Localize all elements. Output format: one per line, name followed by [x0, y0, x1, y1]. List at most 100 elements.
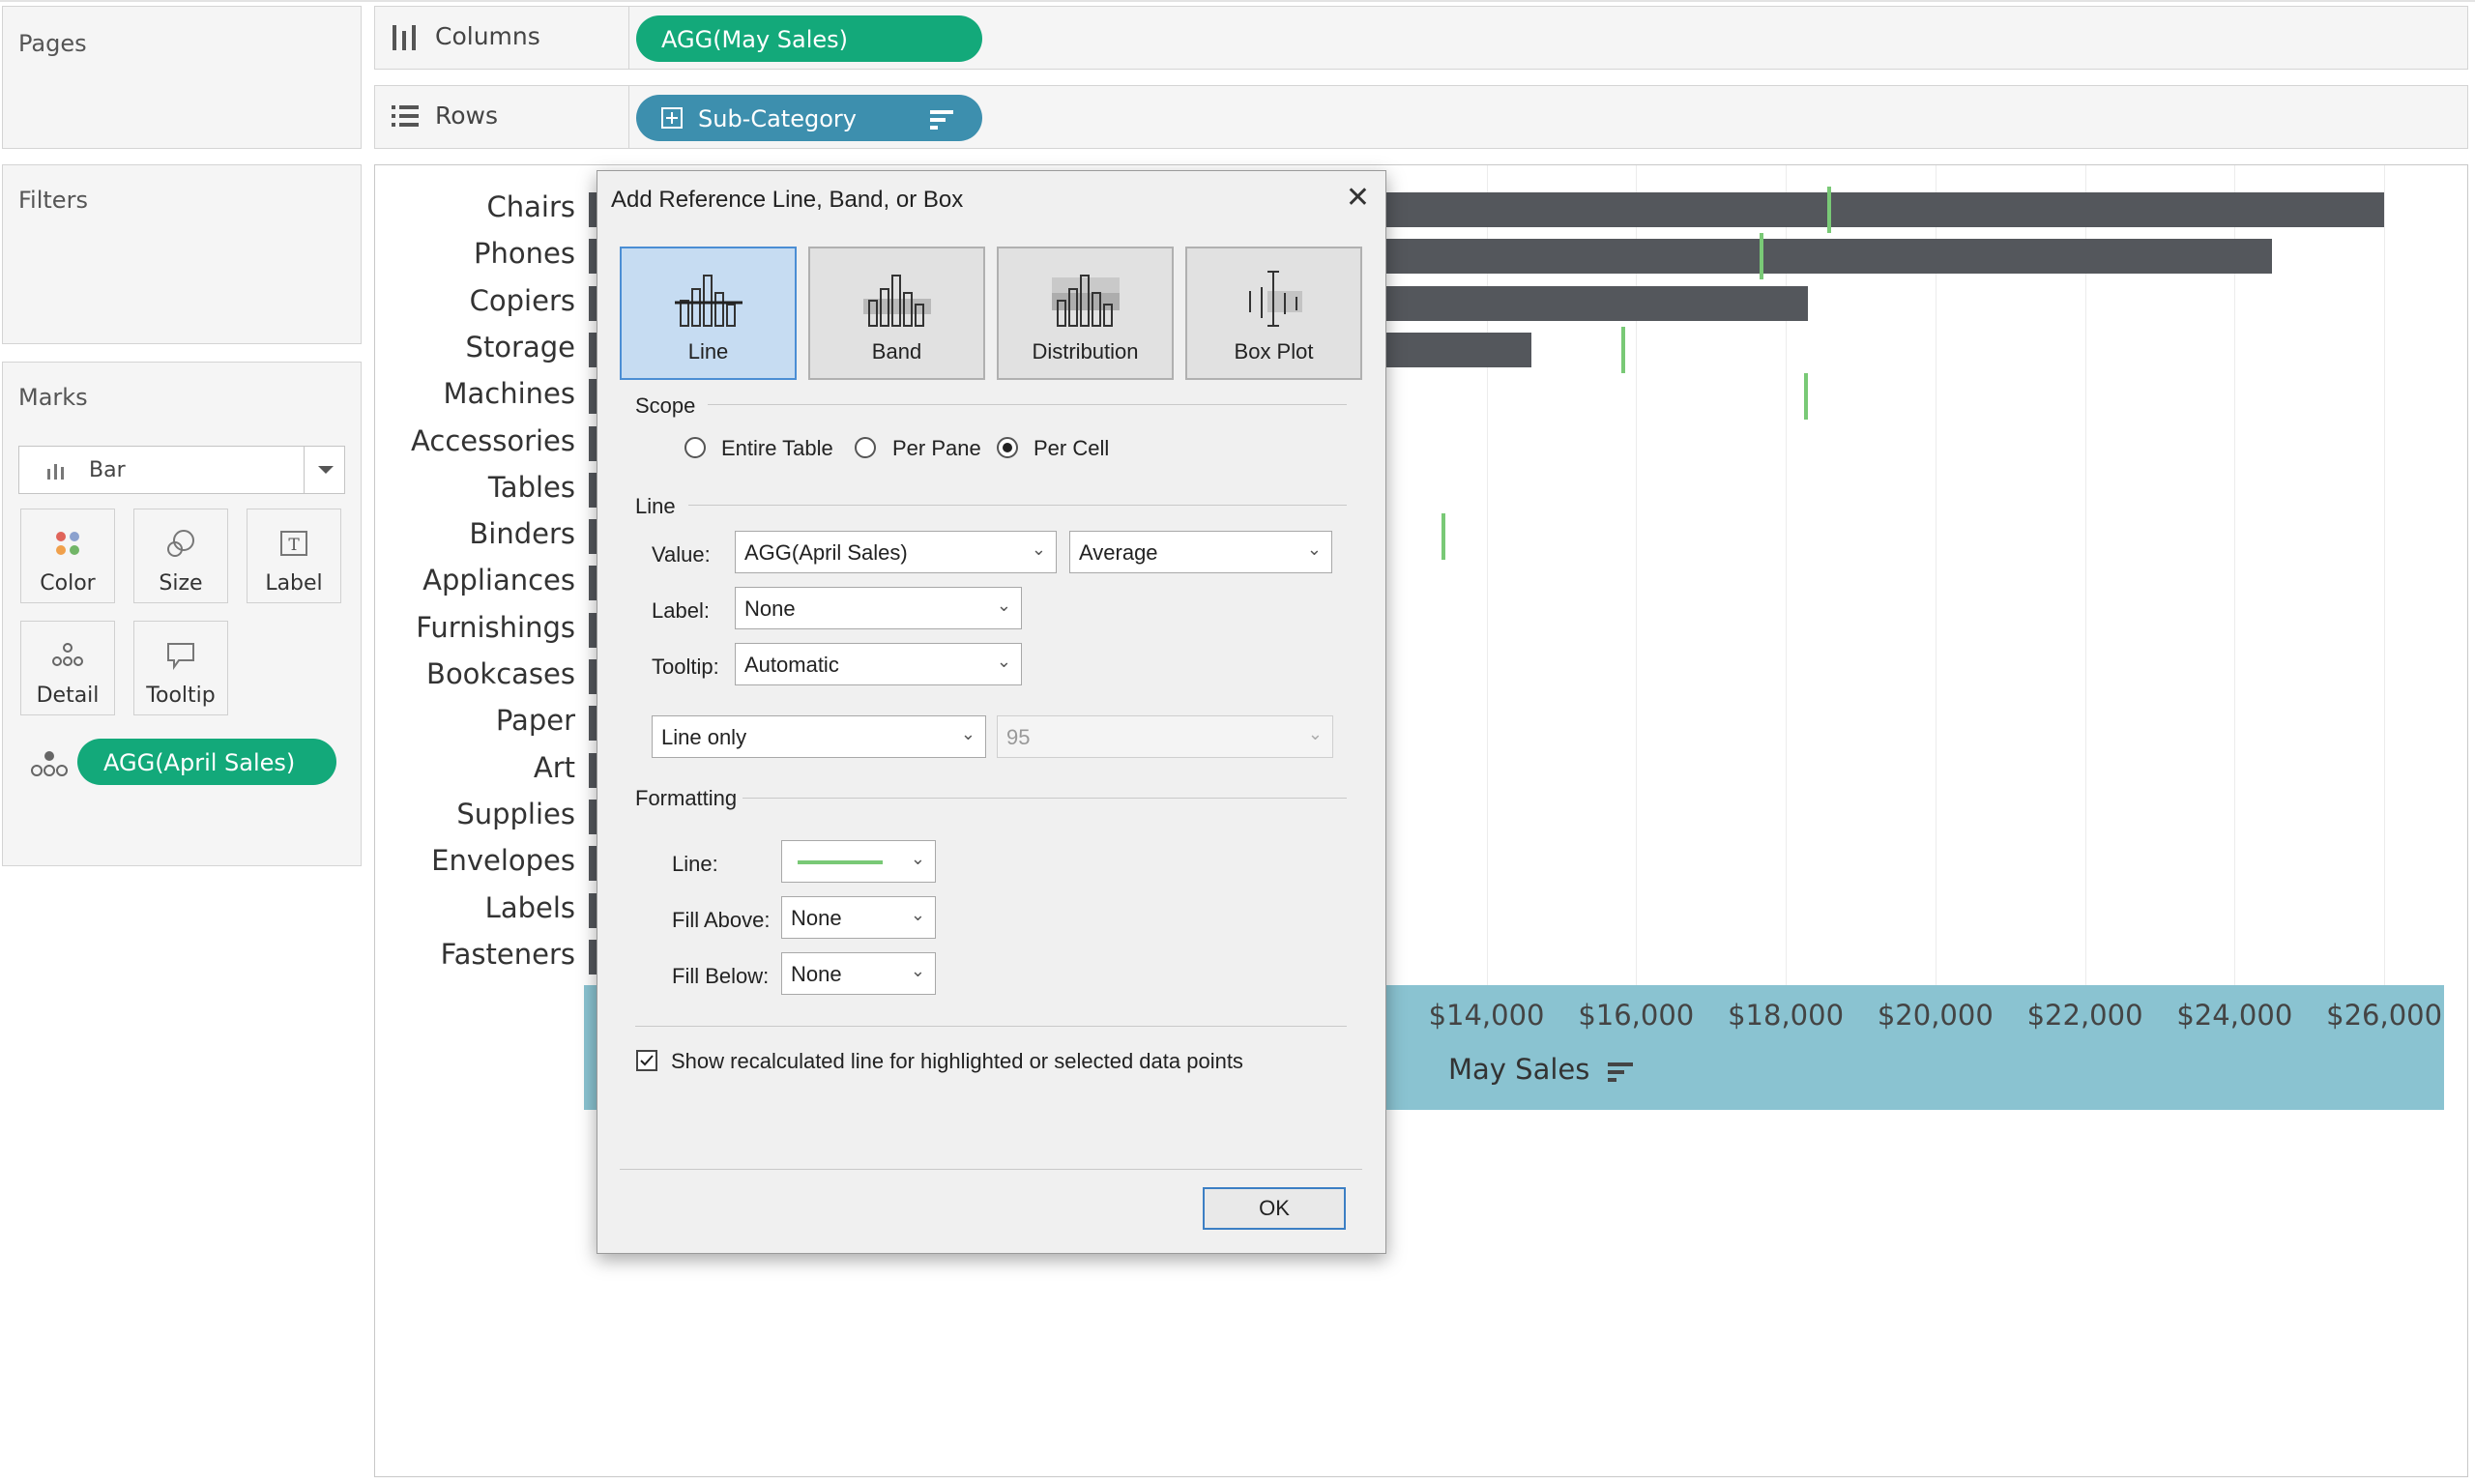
gridline	[2084, 165, 2086, 985]
per-pane-label[interactable]: Per Pane	[892, 436, 981, 461]
entire-table-radio[interactable]	[684, 437, 706, 458]
filters-title: Filters	[18, 187, 88, 214]
reference-line[interactable]	[1759, 233, 1763, 280]
label-dropdown[interactable]: None ⌄	[735, 587, 1022, 629]
april-sales-detail-pill[interactable]: AGG(April Sales)	[77, 739, 336, 785]
category-label[interactable]: Tables	[488, 471, 575, 504]
category-label[interactable]: Supplies	[456, 798, 575, 830]
rows-shelf[interactable]: Rows Sub-Category	[374, 85, 2468, 149]
category-label[interactable]: Bookcases	[426, 657, 575, 690]
reference-line[interactable]	[1804, 373, 1809, 421]
band-type-icon	[863, 275, 931, 327]
entire-table-label[interactable]: Entire Table	[721, 436, 833, 461]
rows-shelf-label: Rows	[375, 86, 629, 148]
chevron-down-icon[interactable]	[315, 458, 336, 483]
line-type-button[interactable]: Line	[620, 247, 797, 380]
x-axis-title[interactable]: May Sales	[1448, 1053, 1635, 1091]
label-card[interactable]: T Label	[247, 509, 341, 603]
color-card[interactable]: Color	[20, 509, 115, 603]
x-tick-label: $26,000	[2326, 999, 2443, 1032]
line-mode-dropdown[interactable]: Line only ⌄	[652, 715, 986, 758]
confidence-dropdown: 95 ⌄	[997, 715, 1333, 758]
marks-title: Marks	[18, 384, 88, 411]
columns-shelf[interactable]: Columns AGG(May Sales)	[374, 6, 2468, 70]
aggregation-dropdown[interactable]: Average ⌄	[1069, 531, 1332, 573]
sort-descending-icon[interactable]	[1606, 1060, 1635, 1091]
category-label[interactable]: Accessories	[411, 424, 575, 457]
fill-above-text: None	[791, 906, 842, 930]
category-label[interactable]: Paper	[496, 704, 575, 737]
recalc-checkbox[interactable]	[636, 1050, 657, 1071]
formatting-title: Formatting	[635, 786, 738, 810]
category-label[interactable]: Phones	[474, 237, 575, 270]
svg-text:T: T	[288, 536, 300, 555]
format-line-label: Line:	[672, 852, 718, 876]
scope-title: Scope	[635, 393, 696, 418]
recalc-label[interactable]: Show recalculated line for highlighted o…	[671, 1049, 1243, 1074]
value-label: Value:	[652, 542, 711, 567]
expand-plus-icon[interactable]	[661, 107, 683, 134]
formatting-separator	[742, 798, 1347, 799]
chevron-down-icon: ⌄	[1306, 539, 1322, 559]
per-cell-radio[interactable]	[997, 437, 1018, 458]
pages-panel[interactable]: Pages	[2, 6, 362, 149]
line-type-label: Line	[687, 339, 729, 364]
category-label[interactable]: Copiers	[470, 284, 575, 317]
fill-above-dropdown[interactable]: None ⌄	[781, 896, 936, 939]
band-type-button[interactable]: Band	[808, 247, 985, 380]
distribution-type-button[interactable]: Distribution	[997, 247, 1174, 380]
box-plot-type-label: Box Plot	[1234, 339, 1314, 364]
tooltip-dropdown[interactable]: Automatic ⌄	[735, 643, 1022, 685]
reference-line[interactable]	[1826, 187, 1831, 233]
text-label-icon: T	[248, 529, 340, 562]
close-icon[interactable]: ✕	[1346, 181, 1370, 215]
chevron-down-icon: ⌄	[910, 905, 925, 924]
x-tick-label: $18,000	[1728, 999, 1845, 1032]
value-field-dropdown[interactable]: AGG(April Sales) ⌄	[735, 531, 1057, 573]
detail-icon	[21, 641, 114, 674]
line-section-title: Line	[635, 494, 676, 518]
category-label[interactable]: Labels	[485, 891, 575, 924]
footer-separator	[620, 1169, 1362, 1170]
per-pane-radio[interactable]	[855, 437, 876, 458]
distribution-type-label: Distribution	[1032, 339, 1139, 364]
box-plot-type-icon	[1249, 271, 1302, 327]
x-tick-label: $24,000	[2176, 999, 2293, 1032]
rows-label: Rows	[435, 102, 499, 130]
category-label[interactable]: Binders	[469, 517, 575, 550]
category-label[interactable]: Art	[534, 751, 575, 784]
category-label[interactable]: Appliances	[422, 564, 575, 597]
category-label[interactable]: Fasteners	[441, 938, 575, 971]
reference-line-dialog: Add Reference Line, Band, or Box ✕ Line …	[597, 170, 1386, 1254]
scope-separator	[708, 404, 1347, 405]
mark-type-dropdown[interactable]: Bar	[18, 446, 345, 494]
label-card-label: Label	[265, 571, 323, 596]
category-label[interactable]: Storage	[466, 331, 575, 364]
per-cell-label[interactable]: Per Cell	[1034, 436, 1109, 461]
category-label[interactable]: Envelopes	[431, 844, 575, 877]
checkmark-icon	[640, 1055, 654, 1066]
reference-line[interactable]	[1620, 326, 1625, 373]
sub-category-row-pill[interactable]: Sub-Category	[636, 95, 982, 141]
line-style-dropdown[interactable]: ⌄	[781, 840, 936, 883]
reference-line[interactable]	[1441, 513, 1446, 561]
ok-button[interactable]: OK	[1203, 1187, 1346, 1230]
fill-below-label: Fill Below:	[672, 964, 770, 988]
size-card-label: Size	[159, 571, 203, 596]
category-label[interactable]: Machines	[443, 377, 575, 410]
category-label[interactable]: Furnishings	[416, 611, 575, 644]
distribution-type-icon	[1052, 275, 1120, 327]
category-label[interactable]: Chairs	[487, 190, 576, 223]
box-plot-type-button[interactable]: Box Plot	[1185, 247, 1362, 380]
detail-card[interactable]: Detail	[20, 621, 115, 715]
tooltip-card[interactable]: Tooltip	[133, 621, 228, 715]
tooltip-icon	[134, 641, 227, 674]
size-card[interactable]: Size	[133, 509, 228, 603]
fill-above-label: Fill Above:	[672, 908, 771, 932]
x-tick-label: $16,000	[1578, 999, 1695, 1032]
sort-descending-icon[interactable]	[928, 107, 955, 136]
fill-below-dropdown[interactable]: None ⌄	[781, 952, 936, 995]
marks-panel: Marks Bar Color Size T Label Detail Tool…	[2, 362, 362, 866]
may-sales-column-pill[interactable]: AGG(May Sales)	[636, 15, 982, 62]
filters-panel[interactable]: Filters	[2, 164, 362, 344]
